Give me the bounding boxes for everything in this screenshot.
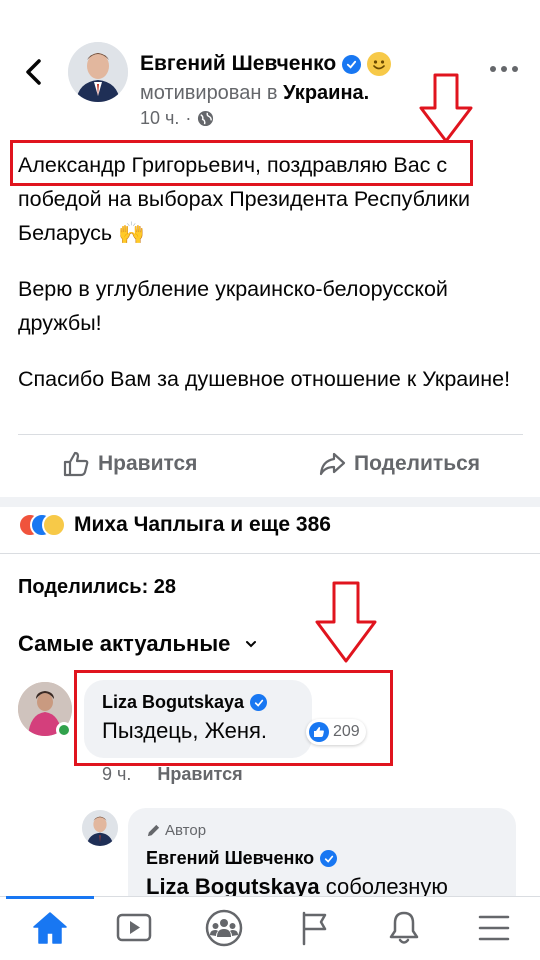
like-label: Нравится <box>98 452 198 475</box>
activity-prefix: мотивирован в <box>140 82 278 104</box>
active-tab-indicator <box>6 896 94 899</box>
reaction-icons <box>18 513 66 537</box>
tab-pages[interactable] <box>287 906 341 950</box>
reply-author-avatar[interactable] <box>82 810 118 846</box>
annotation-arrow-down <box>419 73 473 143</box>
smile-emoji-icon <box>367 52 392 76</box>
annotation-highlight-box <box>74 670 393 766</box>
post-meta: 10 ч. · <box>140 108 214 129</box>
more-dot <box>490 66 496 72</box>
bottom-tab-bar <box>0 896 540 960</box>
share-arrow-icon <box>319 452 346 476</box>
post-paragraph: Верю в углубление украинско-белорусской … <box>18 277 448 335</box>
post-author-name[interactable]: Евгений Шевченко <box>140 52 336 76</box>
online-status-dot <box>56 722 72 738</box>
more-options-button[interactable] <box>490 66 518 72</box>
raised-hands-emoji: 🙌 <box>118 221 145 245</box>
author-photo <box>68 42 128 102</box>
back-button[interactable] <box>18 56 50 88</box>
divider <box>18 434 523 435</box>
divider <box>0 553 540 554</box>
flag-icon <box>302 911 327 946</box>
section-separator <box>0 497 540 507</box>
reactions-summary[interactable]: Миха Чаплыга и еще 386 <box>18 510 331 540</box>
share-label: Поделиться <box>354 452 481 475</box>
author-tag-label: Автор <box>165 822 207 839</box>
post-author[interactable]: Евгений Шевченко <box>140 52 392 76</box>
tab-menu[interactable] <box>467 906 521 950</box>
home-icon <box>33 912 67 944</box>
thumbs-up-icon <box>63 451 89 477</box>
reply-author-name[interactable]: Евгений Шевченко <box>146 848 314 869</box>
globe-icon <box>198 110 214 127</box>
tab-notifications[interactable] <box>377 906 431 950</box>
chevron-left-icon <box>26 59 41 85</box>
video-icon <box>116 913 152 942</box>
post-activity: мотивирован в Украина. <box>140 82 369 105</box>
more-dot <box>501 66 507 72</box>
post-body: Александр Григорьевич, поздравляю Вас с … <box>18 148 523 418</box>
share-button[interactable]: Поделиться <box>318 450 480 478</box>
post-time[interactable]: 10 ч. <box>140 108 179 129</box>
chevron-down-icon <box>246 641 257 648</box>
shares-count[interactable]: Поделились: 28 <box>18 576 176 599</box>
haha-reaction-icon <box>42 513 66 537</box>
bell-icon <box>389 911 419 944</box>
reply-author-photo <box>82 810 118 846</box>
tab-groups[interactable] <box>197 906 251 950</box>
author-avatar[interactable] <box>68 42 128 102</box>
meta-dot: · <box>185 108 192 128</box>
verified-badge-icon <box>320 850 338 867</box>
groups-icon <box>205 909 243 947</box>
reply-author[interactable]: Евгений Шевченко <box>146 848 338 869</box>
post-paragraph: Спасибо Вам за душевное отношение к Укра… <box>18 367 511 391</box>
author-tag: Автор <box>146 822 206 839</box>
menu-icon <box>478 915 510 941</box>
tab-home[interactable] <box>23 906 77 950</box>
comment-meta: 9 ч. Нравится <box>102 764 243 785</box>
more-dot <box>512 66 518 72</box>
comment-like-button[interactable]: Нравится <box>157 764 242 785</box>
comments-filter-label: Самые актуальные <box>18 631 231 656</box>
comments-filter[interactable]: Самые актуальные <box>18 631 258 657</box>
annotation-highlight-box <box>10 140 473 186</box>
tab-watch[interactable] <box>107 906 161 950</box>
reactions-text: Миха Чаплыга и еще 386 <box>74 513 331 536</box>
comment-time: 9 ч. <box>102 764 132 784</box>
annotation-arrow-down <box>315 581 377 663</box>
verified-badge-icon <box>342 54 362 74</box>
activity-location[interactable]: Украина. <box>283 82 369 104</box>
pencil-icon <box>147 824 160 837</box>
like-button[interactable]: Нравится <box>62 450 197 478</box>
